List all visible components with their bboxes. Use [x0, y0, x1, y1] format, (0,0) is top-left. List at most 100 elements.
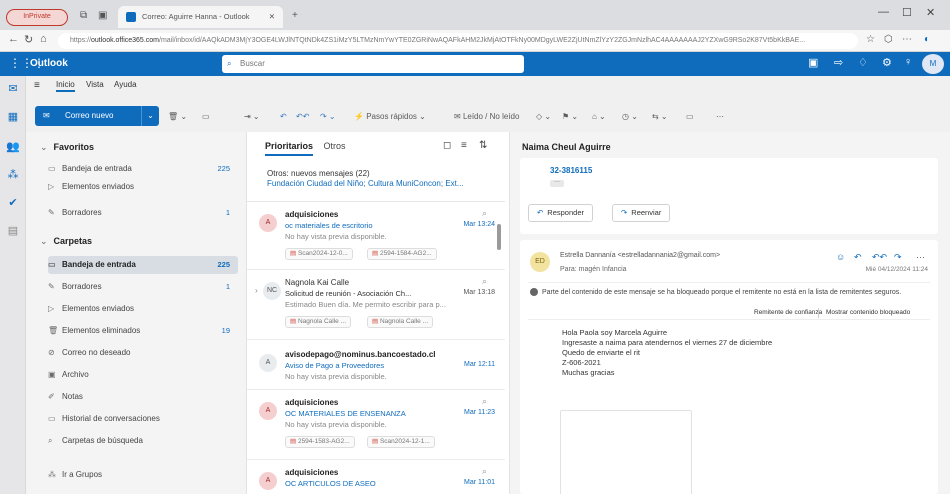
back-icon[interactable]: ←: [8, 33, 19, 45]
forward-icon[interactable]: ↷: [894, 252, 902, 263]
url-input[interactable]: https://outlook.office365.com/mail/inbox…: [58, 33, 858, 49]
workspaces-icon[interactable]: ⧉: [80, 10, 87, 21]
reply-all-icon[interactable]: ↶↶: [872, 252, 887, 263]
hamburger-icon[interactable]: ≡: [34, 80, 40, 91]
avatar[interactable]: M: [922, 54, 944, 74]
more-actions-icon[interactable]: ⋯: [716, 112, 724, 121]
favorites-icon[interactable]: ☆: [866, 34, 875, 45]
favorites-header[interactable]: ⌄ Favoritos: [40, 142, 94, 153]
list-item[interactable]: A avisodepago@nominus.bancoestado.cl Avi…: [247, 340, 505, 390]
list-scrollbar[interactable]: [497, 224, 501, 250]
other-inbox-summary[interactable]: Otros: nuevos mensajes (22) Fundación Ci…: [247, 160, 505, 202]
forward-button[interactable]: ↷ Reenviar: [612, 204, 671, 222]
expand-thread-icon[interactable]: ›: [255, 286, 258, 295]
list-item[interactable]: › NC Nagnola Kai Calle ⌕ Solicitud de re…: [247, 270, 505, 340]
browser-tab[interactable]: Correo: Aguirre Hanna - Outlook ✕: [118, 6, 283, 28]
tab-inicio[interactable]: Inicio: [56, 80, 75, 92]
meet-now-icon[interactable]: ▣: [808, 56, 818, 69]
read-unread-button[interactable]: ✉ Leído / No leído: [454, 112, 519, 121]
inprivate-badge[interactable]: InPrivate: [6, 9, 68, 26]
folder-item[interactable]: ▷ Elementos enviados: [48, 300, 238, 318]
tab-ayuda[interactable]: Ayuda: [114, 80, 137, 89]
folder-item[interactable]: ✐ Notas: [48, 388, 238, 406]
previous-message-text[interactable]: 32-3816115: [550, 166, 592, 175]
calendar-icon[interactable]: ▦: [6, 110, 20, 124]
folder-item[interactable]: ▣ Archivo: [48, 366, 238, 384]
folder-item[interactable]: ✎ Borradores 1: [48, 278, 238, 296]
rules-icon[interactable]: ⇆ ⌄: [652, 112, 668, 121]
categorize-icon[interactable]: ◇ ⌄: [536, 112, 551, 121]
emoji-icon[interactable]: ☺: [836, 252, 845, 262]
filter-icon[interactable]: ≡: [461, 140, 467, 151]
list-item[interactable]: A adquisiciones ⌕ OC MATERIALES DE ENSEN…: [247, 390, 505, 460]
go-to-groups-link[interactable]: ⁂ Ir a Grupos: [48, 466, 238, 484]
maximize-icon[interactable]: ☐: [902, 6, 912, 19]
close-tab-icon[interactable]: ✕: [269, 6, 275, 28]
folder-item-selected[interactable]: ▭ Bandeja de entrada 225: [48, 256, 238, 274]
mail-icon[interactable]: ✉: [6, 82, 20, 96]
tab-focused[interactable]: Prioritarios: [265, 141, 314, 156]
attachment-chip[interactable]: ▤ Scan2024-12-0...: [285, 248, 353, 260]
list-item[interactable]: A adquisiciones ⌕ OC ARTICULOS DE ASEO M…: [247, 460, 505, 494]
extensions-icon[interactable]: ⬡: [884, 34, 893, 45]
attachment-chip[interactable]: ▤ 2594-1583-AG2...: [285, 436, 355, 448]
print-icon[interactable]: ▭: [686, 112, 694, 121]
new-tab-icon[interactable]: +: [292, 10, 298, 21]
outlook-brand[interactable]: Outlook: [30, 58, 68, 69]
trust-sender-button[interactable]: Remitente de confianza: [754, 309, 822, 316]
snooze-icon[interactable]: ◷ ⌄: [622, 112, 638, 121]
new-mail-button[interactable]: ✉ Correo nuevo ⌄: [35, 106, 159, 126]
folders-header[interactable]: ⌄ Carpetas: [40, 236, 92, 247]
show-more-icon[interactable]: ···: [550, 179, 564, 187]
chevron-down-icon[interactable]: ⌄: [141, 106, 159, 126]
reply-all-icon[interactable]: ↶↶: [296, 112, 309, 121]
attachment-chip[interactable]: ▤ Nagnola Calle ...: [285, 316, 352, 328]
gear-icon[interactable]: ⚙: [882, 56, 892, 69]
reply-icon[interactable]: ↶: [280, 112, 287, 121]
tab-vista[interactable]: Vista: [86, 80, 104, 89]
move-icon[interactable]: ⇥ ⌄: [244, 112, 260, 121]
reply-icon[interactable]: ↶: [854, 252, 862, 263]
list-item[interactable]: A adquisiciones ⌕ oc materiales de escri…: [247, 202, 505, 270]
delete-icon[interactable]: 🗑 ⌄: [168, 112, 187, 121]
pin-icon[interactable]: ⌂ ⌄: [592, 112, 606, 121]
tab-other[interactable]: Otros: [324, 141, 346, 151]
sender-address[interactable]: Estrella Dannanía <estrelladannania2@gma…: [560, 252, 720, 259]
folder-item[interactable]: ✎ Borradores 1: [48, 204, 238, 222]
refresh-icon[interactable]: ↻: [24, 33, 33, 46]
bell-icon[interactable]: ♢: [858, 56, 868, 69]
select-icon[interactable]: ◻: [443, 140, 451, 151]
people-icon[interactable]: 👥: [6, 140, 20, 154]
sort-icon[interactable]: ⇅: [479, 140, 487, 151]
reply-button[interactable]: ↶ Responder: [528, 204, 593, 222]
folder-item[interactable]: 🗑 Elementos eliminados 19: [48, 322, 238, 340]
minimize-icon[interactable]: —: [878, 6, 889, 18]
todo-icon[interactable]: ✔: [6, 196, 20, 210]
copilot-icon[interactable]: ◐: [924, 34, 930, 45]
home-icon[interactable]: ⌂: [40, 33, 47, 45]
lightbulb-icon[interactable]: ♀: [904, 56, 912, 68]
show-blocked-button[interactable]: Mostrar contenido bloqueado: [826, 309, 910, 316]
search-input[interactable]: ⌕ Buscar: [222, 55, 524, 73]
attachment-icon: ⌕: [481, 396, 487, 406]
folder-item[interactable]: ⌕ Carpetas de búsqueda: [48, 432, 238, 450]
more-icon[interactable]: ⋯: [916, 252, 925, 263]
quick-steps-button[interactable]: ⚡ Pasos rápidos ⌄: [354, 112, 426, 121]
groups-icon[interactable]: ⁂: [6, 168, 20, 182]
close-window-icon[interactable]: ✕: [926, 6, 935, 19]
attachment-chip[interactable]: ▤ Scan2024-12-1...: [367, 436, 435, 448]
message-preview: No hay vista previa disponible.: [285, 420, 387, 429]
attachment-chip[interactable]: ▤ Nagnola Calle ...: [367, 316, 434, 328]
tab-actions-icon[interactable]: ▣: [98, 10, 107, 21]
attachment-chip[interactable]: ▤ 2594-1584-AG2...: [367, 248, 437, 260]
forward-icon[interactable]: ↷ ⌄: [320, 112, 336, 121]
more-icon[interactable]: ⋯: [902, 34, 912, 45]
archive-icon[interactable]: ▭: [202, 112, 210, 121]
folder-item[interactable]: ⊘ Correo no deseado: [48, 344, 238, 362]
folder-item[interactable]: ▭ Historial de conversaciones: [48, 410, 238, 428]
flag-icon[interactable]: ⚑ ⌄: [562, 112, 578, 121]
teams-icon[interactable]: ⇨: [834, 56, 843, 69]
apps-icon[interactable]: ▤: [6, 224, 20, 238]
folder-item[interactable]: ▭ Bandeja de entrada 225: [48, 160, 238, 178]
folder-item[interactable]: ▷ Elementos enviados: [48, 178, 238, 196]
